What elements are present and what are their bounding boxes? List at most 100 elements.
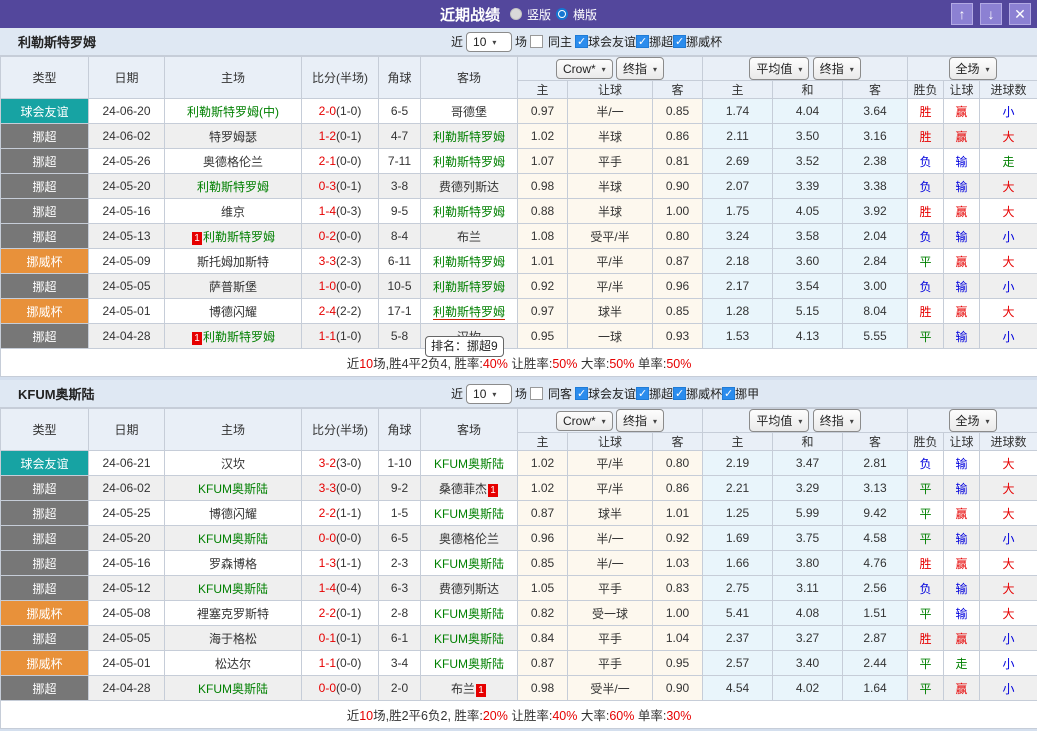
avg-away: 3.38 (842, 173, 909, 199)
home-team-link[interactable]: 博德闪耀 (209, 305, 257, 319)
away-team-link[interactable]: 利勒斯特罗姆 (432, 304, 505, 320)
corners-cell: 17-1 (378, 298, 421, 324)
league-checkbox[interactable]: ✓ (673, 387, 687, 400)
result-handicap: 赢 (943, 98, 981, 124)
home-team-link[interactable]: KFUM奥斯陆 (198, 482, 268, 496)
horizontal-layout-radio[interactable] (556, 8, 568, 20)
result-goals: 大 (979, 575, 1037, 601)
home-team-link[interactable]: 利勒斯特罗姆 (203, 230, 275, 244)
away-team-link[interactable]: 桑德菲杰 (439, 482, 487, 496)
result-handicap: 输 (943, 475, 981, 501)
away-team-link[interactable]: KFUM奥斯陆 (434, 557, 504, 571)
result-winloss: 胜 (907, 625, 945, 651)
column-header: 主 (517, 80, 568, 99)
away-team-link[interactable]: KFUM奥斯陆 (434, 657, 504, 671)
home-team-link[interactable]: KFUM奥斯陆 (198, 682, 268, 696)
avg-draw: 3.60 (772, 248, 844, 274)
column-header: 和 (772, 432, 844, 451)
odds-source-select[interactable]: Crow* ▾ (555, 59, 613, 79)
away-team-link[interactable]: 布兰 (457, 230, 481, 244)
move-up-button[interactable]: ↑ (951, 3, 973, 25)
home-team-link[interactable]: 利勒斯特罗姆 (197, 180, 269, 194)
home-team-link[interactable]: 汉坎 (221, 457, 245, 471)
home-team-link[interactable]: 罗森博格 (209, 557, 257, 571)
league-checkbox[interactable]: ✓ (575, 387, 589, 400)
avg-stage-select[interactable]: 终指 ▾ (812, 57, 861, 80)
away-team-link[interactable]: 费德列斯达 (439, 582, 499, 596)
match-date: 24-06-02 (88, 475, 165, 501)
recent-count-select[interactable]: 10 ▾ (466, 383, 513, 404)
odds-home: 1.07 (517, 148, 568, 174)
home-team-link[interactable]: 奥德格伦兰 (203, 155, 263, 169)
close-icon[interactable]: ✕ (1009, 3, 1031, 25)
home-team-link[interactable]: 博德闪耀 (209, 507, 257, 521)
odds-handicap: 平手 (567, 575, 653, 601)
home-team-link[interactable]: 利勒斯特罗姆(中) (187, 105, 279, 119)
away-team-link[interactable]: 奥德格伦兰 (439, 532, 499, 546)
result-goals: 小 (979, 223, 1037, 249)
avg-draw: 4.02 (772, 675, 844, 701)
away-team-link[interactable]: KFUM奥斯陆 (434, 457, 504, 471)
home-team-cell: 斯托姆加斯特 (164, 248, 302, 274)
away-team-link[interactable]: KFUM奥斯陆 (434, 632, 504, 646)
odds-stage-select[interactable]: 终指 ▾ (616, 57, 665, 80)
away-team-link[interactable]: 利勒斯特罗姆 (433, 205, 505, 219)
away-team-link[interactable]: KFUM奥斯陆 (434, 507, 504, 521)
league-checkbox[interactable]: ✓ (722, 387, 736, 400)
home-team-link[interactable]: 特罗姆瑟 (209, 130, 257, 144)
away-team-link[interactable]: KFUM奥斯陆 (434, 607, 504, 621)
home-team-link[interactable]: 裡塞克罗斯特 (197, 607, 269, 621)
match-date: 24-05-05 (88, 625, 165, 651)
chevron-down-icon: ▾ (653, 417, 658, 426)
away-team-link[interactable]: 利勒斯特罗姆 (433, 155, 505, 169)
same-venue-checkbox[interactable] (530, 387, 544, 400)
horizontal-layout-label: 横版 (573, 7, 598, 22)
result-goals: 小 (979, 98, 1037, 124)
away-team-link[interactable]: 费德列斯达 (439, 180, 499, 194)
home-team-link[interactable]: KFUM奥斯陆 (198, 532, 268, 546)
away-team-link[interactable]: 利勒斯特罗姆 (433, 130, 505, 144)
corners-cell: 7-11 (378, 148, 421, 174)
away-team-link[interactable]: 利勒斯特罗姆 (433, 280, 505, 294)
team-section-header: KFUM奥斯陆 近 10 ▾ 场 同客 ✓ 球会友谊 ✓ 挪超 ✓ 挪威杯 ✓ 挪甲 (0, 380, 1037, 408)
recent-count-select[interactable]: 10 ▾ (466, 31, 513, 52)
avg-home: 1.74 (702, 98, 774, 124)
odds-home: 0.87 (517, 500, 568, 526)
away-team-link[interactable]: 布兰 (451, 682, 475, 696)
league-checkbox[interactable]: ✓ (673, 35, 687, 48)
league-checkbox[interactable]: ✓ (636, 35, 650, 48)
result-winloss: 负 (907, 173, 945, 199)
home-team-link[interactable]: 海于格松 (209, 632, 257, 646)
move-down-button[interactable]: ↓ (980, 3, 1002, 25)
away-team-link[interactable]: 利勒斯特罗姆 (433, 255, 505, 269)
home-team-cell: 萨普斯堡 (164, 273, 302, 299)
odds-stage-select[interactable]: 终指 ▾ (616, 409, 665, 432)
same-venue-checkbox[interactable] (530, 35, 544, 48)
home-team-link[interactable]: 斯托姆加斯特 (197, 255, 269, 269)
home-team-link[interactable]: KFUM奥斯陆 (198, 582, 268, 596)
home-team-link[interactable]: 萨普斯堡 (209, 280, 257, 294)
league-checkbox[interactable]: ✓ (575, 35, 589, 48)
avg-stage-select[interactable]: 终指 ▾ (812, 409, 861, 432)
vertical-layout-radio[interactable] (509, 8, 522, 20)
recent-results-window: 近期战绩 竖版 横版 ↑ ↓ ✕ 利勒斯特罗姆 近 10 ▾ 场 同主 ✓ 球会友谊… (0, 0, 1037, 731)
scope-select[interactable]: 全场 ▾ (948, 409, 997, 432)
avg-source-select[interactable]: 平均值 ▾ (749, 409, 810, 432)
scope-select[interactable]: 全场 ▾ (948, 57, 997, 80)
odds-source-select[interactable]: Crow* ▾ (555, 411, 613, 431)
result-winloss: 胜 (907, 198, 945, 224)
odds-away: 1.04 (651, 625, 704, 651)
result-winloss: 平 (907, 600, 945, 626)
avg-source-select[interactable]: 平均值 ▾ (749, 57, 810, 80)
home-team-link[interactable]: 利勒斯特罗姆 (203, 330, 275, 344)
home-team-link[interactable]: 松达尔 (215, 657, 251, 671)
corners-cell: 8-4 (378, 223, 421, 249)
home-team-link[interactable]: 维京 (221, 205, 245, 219)
scope-header: 全场 ▾ (907, 408, 1037, 433)
chevron-down-icon: ▾ (798, 417, 803, 426)
league-checkbox[interactable]: ✓ (636, 387, 650, 400)
home-team-cell: 利勒斯特罗姆 (164, 173, 302, 199)
odds-source-header: Crow* ▾ 终指 ▾ (516, 408, 704, 433)
odds-handicap: 半球 (567, 198, 653, 224)
away-team-link[interactable]: 哥德堡 (451, 105, 487, 119)
